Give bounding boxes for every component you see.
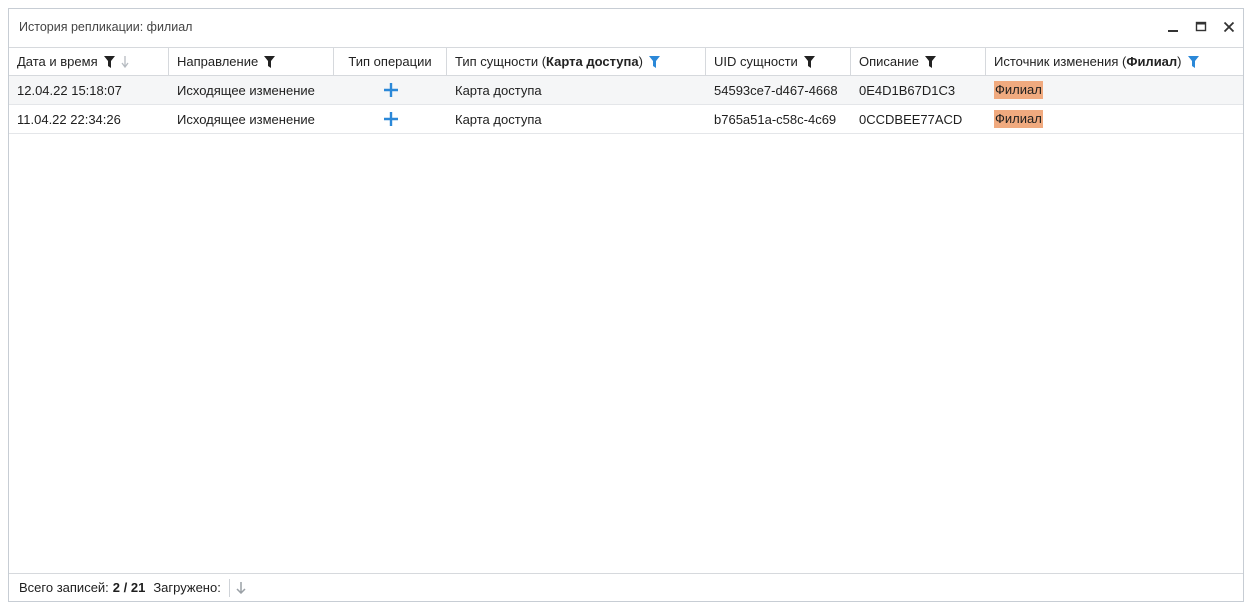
filter-active-icon[interactable]	[648, 55, 660, 68]
cell-description: 0CCDBEE77ACD	[859, 111, 963, 127]
filter-active-icon[interactable]	[1187, 55, 1199, 68]
source-highlight: Филиал	[994, 110, 1043, 128]
table-row[interactable]: 11.04.22 22:34:26 Исходящее изменение Ка…	[9, 105, 1243, 134]
title-bar: История репликации: филиал	[9, 9, 1243, 45]
cell-direction: Исходящее изменение	[177, 82, 315, 98]
status-divider	[228, 578, 230, 597]
column-header-label-prefix: Источник изменения (	[994, 54, 1127, 69]
minimize-icon	[1168, 30, 1178, 32]
column-header-label: Дата и время	[17, 54, 98, 69]
column-header-label-prefix: Тип сущности (	[455, 54, 547, 69]
cell-source: Филиал	[986, 76, 1243, 104]
column-header-label: Тип операции	[348, 54, 432, 69]
cell-description: 0E4D1B67D1C3	[859, 82, 956, 98]
column-header-label: Описание	[859, 54, 919, 69]
source-highlight: Филиал	[994, 81, 1043, 99]
plus-icon	[383, 83, 398, 97]
column-header-label-suffix: )	[1177, 54, 1182, 69]
column-header-datetime[interactable]: Дата и время	[9, 48, 169, 75]
column-header-source[interactable]: Источник изменения (Филиал )	[986, 48, 1243, 75]
column-header-description[interactable]: Описание	[851, 48, 986, 75]
total-records-value: 2 / 21	[112, 580, 146, 595]
column-header-label-bold: Филиал	[1126, 54, 1178, 69]
arrow-down-icon	[236, 581, 246, 594]
cell-direction: Исходящее изменение	[177, 111, 315, 127]
cell-operation	[334, 76, 447, 104]
filter-icon[interactable]	[103, 55, 115, 68]
filter-icon[interactable]	[803, 55, 815, 68]
filter-icon[interactable]	[264, 55, 276, 68]
loaded-label: Загружено:	[153, 580, 221, 595]
cell-source: Филиал	[986, 105, 1243, 133]
cell-uid: 54593ce7-d467-4668	[714, 82, 838, 98]
column-header-label-suffix: )	[638, 54, 643, 69]
load-more-button[interactable]	[236, 581, 246, 594]
close-icon	[1223, 21, 1235, 33]
column-header-label-bold: Карта доступа	[546, 54, 639, 69]
column-header-label: UID сущности	[714, 54, 798, 69]
grid-header: Дата и время Направление Тип операции Ти…	[9, 47, 1243, 76]
maximize-icon	[1195, 21, 1207, 32]
window-controls	[1159, 9, 1243, 45]
cell-operation	[334, 105, 447, 133]
cell-entity-type: Карта доступа	[455, 82, 542, 98]
maximize-button[interactable]	[1187, 13, 1215, 41]
minimize-button[interactable]	[1159, 13, 1187, 41]
total-records-label: Всего записей:	[19, 580, 109, 595]
column-header-uid[interactable]: UID сущности	[706, 48, 851, 75]
plus-icon	[383, 112, 398, 126]
cell-entity-type: Карта доступа	[455, 111, 542, 127]
cell-datetime: 12.04.22 15:18:07	[17, 82, 122, 98]
window-title: История репликации: филиал	[19, 20, 193, 34]
column-header-operation[interactable]: Тип операции	[334, 48, 447, 75]
table-row[interactable]: 12.04.22 15:18:07 Исходящее изменение Ка…	[9, 76, 1243, 105]
filter-icon[interactable]	[924, 55, 936, 68]
column-header-entity-type[interactable]: Тип сущности (Карта доступа )	[447, 48, 706, 75]
column-header-label: Направление	[177, 54, 259, 69]
cell-datetime: 11.04.22 22:34:26	[17, 111, 121, 127]
close-button[interactable]	[1215, 13, 1243, 41]
cell-uid: b765a51a-c58c-4c69	[714, 111, 837, 127]
status-bar: Всего записей: 2 / 21 Загружено:	[9, 573, 1243, 601]
sort-descending-icon[interactable]	[121, 55, 129, 68]
replication-history-window: История репликации: филиал Дата и время	[8, 8, 1244, 602]
column-header-direction[interactable]: Направление	[169, 48, 334, 75]
